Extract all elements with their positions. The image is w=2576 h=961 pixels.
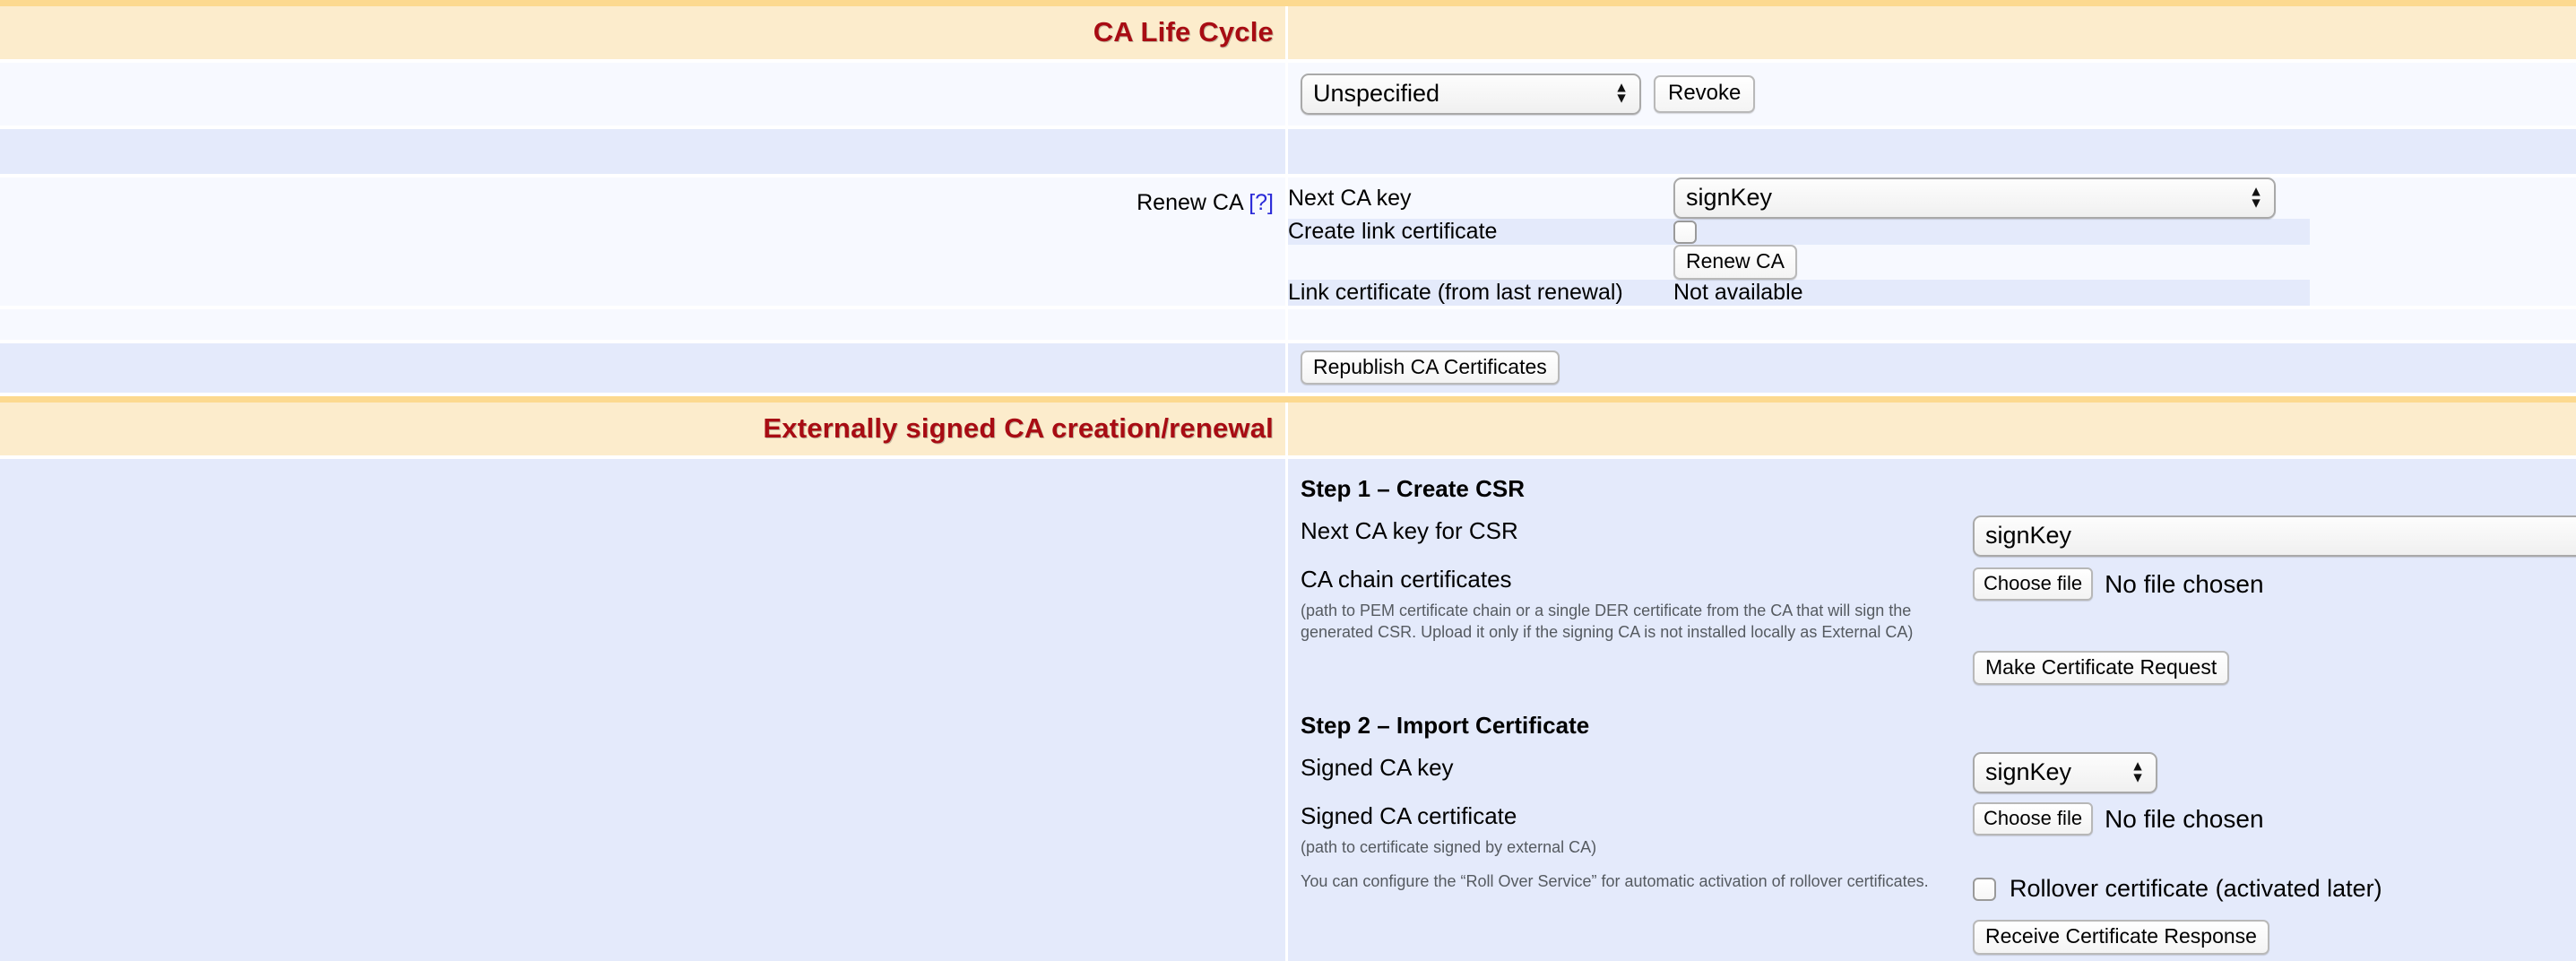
create-link-cert-row: Create link certificate <box>1288 219 2310 245</box>
renew-ca-form-table: Next CA key signKey ▲▼ Create link certi… <box>1288 177 2310 306</box>
step1-heading: Step 1 – Create CSR <box>1301 475 1964 512</box>
next-ca-key-select[interactable]: signKey <box>1673 177 2276 219</box>
spacer-row-2-left <box>0 309 1288 340</box>
revoke-row-right: Unspecified ▲▼ Revoke <box>1288 63 2576 126</box>
next-ca-key-for-csr-select[interactable]: signKey <box>1973 515 2576 557</box>
renew-ca-label: Renew CA [?] <box>1137 190 1274 216</box>
renew-ca-row-right: Next CA key signKey ▲▼ Create link certi… <box>1288 177 2576 306</box>
renew-ca-label-text: Renew CA <box>1137 190 1242 215</box>
external-header-right <box>1288 403 2576 455</box>
external-form-grid: Step 1 – Create CSR Next CA key for CSR … <box>1288 459 2576 955</box>
republish-ca-certificates-button[interactable]: Republish CA Certificates <box>1301 351 1560 385</box>
step1-key-select-wrap: signKey ▲▼ <box>1973 515 2576 557</box>
rollover-certificate-label: Rollover certificate (activated later) <box>2010 875 2382 903</box>
step1-key-label: Next CA key for CSR <box>1301 512 1964 560</box>
spacer-row-1-left <box>0 129 1288 174</box>
renew-ca-row: Renew CA [?] Next CA key signKey ▲▼ <box>0 177 2576 306</box>
external-header-left: Externally signed CA creation/renewal <box>0 403 1288 455</box>
renew-next-key-row: Next CA key signKey ▲▼ <box>1288 177 2310 219</box>
step1-file-name: No file chosen <box>2105 570 2263 599</box>
revoke-button[interactable]: Revoke <box>1654 75 1755 113</box>
step2-key-select-wrap: signKey ▲▼ <box>1973 752 2157 793</box>
revoke-row-left <box>0 63 1288 126</box>
next-ca-key-select-wrap: signKey ▲▼ <box>1673 177 2276 219</box>
step1-chain-hint: (path to PEM certificate chain or a sing… <box>1301 599 1946 647</box>
step2-cert-label: Signed CA certificate <box>1301 797 1964 835</box>
step1-chain-label-cell: CA chain certificates (path to PEM certi… <box>1301 560 1964 647</box>
link-certificate-value: Not available <box>1673 280 2310 306</box>
spacer-row-1 <box>0 129 2576 174</box>
renew-button-row: Renew CA <box>1288 245 2310 280</box>
step1-heading-spacer <box>1973 475 2576 512</box>
step1-chain-label: CA chain certificates <box>1301 560 1964 599</box>
ca-life-cycle-header-row: CA Life Cycle <box>0 0 2576 59</box>
step2-cert-hint: (path to certificate signed by external … <box>1301 835 1946 862</box>
revoke-row: Unspecified ▲▼ Revoke <box>0 63 2576 126</box>
external-body-row: Step 1 – Create CSR Next CA key for CSR … <box>0 459 2576 961</box>
renew-ca-button[interactable]: Renew CA <box>1673 245 1797 280</box>
next-ca-key-label: Next CA key <box>1288 177 1673 219</box>
renew-ca-help-link[interactable]: [?] <box>1249 190 1274 215</box>
step1-submit-control: Make Certificate Request <box>1973 647 2576 689</box>
step1-key-control: signKey ▲▼ <box>1973 512 2576 560</box>
external-body-right: Step 1 – Create CSR Next CA key for CSR … <box>1288 459 2576 961</box>
ca-admin-page: CA Life Cycle Unspecified ▲▼ Revoke <box>0 0 2576 961</box>
step1-submit-label-spacer <box>1301 647 1964 689</box>
renew-button-row-spacer <box>1288 245 1673 280</box>
ca-life-cycle-header-right <box>1288 6 2576 59</box>
step2-heading: Step 2 – Import Certificate <box>1301 712 1964 749</box>
ca-life-cycle-title: CA Life Cycle <box>1094 6 1285 59</box>
revoke-reason-select[interactable]: Unspecified <box>1301 74 1641 115</box>
renew-button-cell: Renew CA <box>1673 245 2310 280</box>
external-header-row: Externally signed CA creation/renewal <box>0 396 2576 455</box>
step2-key-label: Signed CA key <box>1301 749 1964 797</box>
receive-certificate-response-button[interactable]: Receive Certificate Response <box>1973 920 2269 955</box>
external-title: Externally signed CA creation/renewal <box>763 403 1285 455</box>
step2-file-name: No file chosen <box>2105 805 2263 834</box>
ca-life-cycle-header-left: CA Life Cycle <box>0 6 1288 59</box>
signed-ca-certificate-file-input[interactable]: Choose file No file chosen <box>1973 802 2576 835</box>
step2-cert-label-cell: Signed CA certificate (path to certifica… <box>1301 797 1964 955</box>
create-link-certificate-cell <box>1673 219 2310 245</box>
step2-cert-controls: Choose file No file chosen Rollover cert… <box>1973 797 2576 955</box>
create-link-certificate-checkbox[interactable] <box>1673 221 1697 244</box>
create-link-certificate-label: Create link certificate <box>1288 219 1673 245</box>
republish-row: Republish CA Certificates <box>0 343 2576 394</box>
step2-choose-file-button[interactable]: Choose file <box>1973 802 2093 835</box>
link-certificate-label: Link certificate (from last renewal) <box>1288 280 1673 306</box>
link-certificate-row: Link certificate (from last renewal) Not… <box>1288 280 2310 306</box>
revoke-reason-select-wrap: Unspecified ▲▼ <box>1301 74 1641 115</box>
step2-submit-control: Receive Certificate Response <box>1973 920 2576 955</box>
step1-choose-file-button[interactable]: Choose file <box>1973 567 2093 601</box>
step-gap-left <box>1301 688 1964 712</box>
spacer-row-2-right <box>1288 309 2576 340</box>
next-ca-key-cell: signKey ▲▼ <box>1673 177 2310 219</box>
spacer-row-2 <box>0 309 2576 340</box>
renew-ca-row-left: Renew CA [?] <box>0 177 1288 306</box>
step2-key-control: signKey ▲▼ <box>1973 749 2576 797</box>
step-gap-right <box>1973 688 2576 712</box>
rollover-certificate-row: Rollover certificate (activated later) <box>1973 875 2576 903</box>
ca-chain-file-input[interactable]: Choose file No file chosen <box>1973 567 2576 601</box>
step2-rollover-hint: You can configure the “Roll Over Service… <box>1301 862 1946 896</box>
external-body-left <box>0 459 1288 961</box>
make-certificate-request-button[interactable]: Make Certificate Request <box>1973 651 2229 686</box>
step2-heading-spacer <box>1973 712 2576 749</box>
step1-chain-control: Choose file No file chosen <box>1973 560 2576 604</box>
spacer-row-1-right <box>1288 129 2576 174</box>
republish-row-right: Republish CA Certificates <box>1288 343 2576 394</box>
signed-ca-key-select[interactable]: signKey <box>1973 752 2157 793</box>
rollover-certificate-checkbox[interactable] <box>1973 878 1996 901</box>
republish-row-left <box>0 343 1288 394</box>
